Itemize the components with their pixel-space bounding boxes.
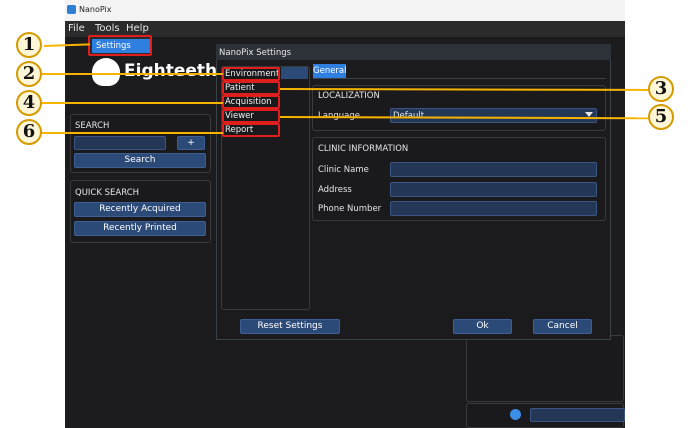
recently-acquired-button[interactable]: Recently Acquired [74, 202, 206, 217]
highlight-nav-report [222, 123, 280, 137]
recently-printed-button[interactable]: Recently Printed [74, 221, 206, 236]
highlight-nav-viewer [222, 109, 280, 123]
callout-5: 5 [648, 104, 674, 130]
search-input[interactable] [74, 136, 166, 150]
phone-number-label: Phone Number [318, 204, 382, 214]
callout-line-2 [41, 73, 223, 75]
quick-search-heading: QUICK SEARCH [75, 188, 140, 198]
menu-file[interactable]: File [68, 23, 85, 34]
phone-number-input[interactable] [390, 201, 597, 216]
window-title: NanoPix [79, 5, 112, 14]
callout-6: 6 [16, 119, 42, 145]
callout-line-6 [41, 132, 223, 134]
callout-2: 2 [16, 61, 42, 87]
callout-line-4 [41, 102, 223, 104]
cancel-button[interactable]: Cancel [533, 319, 592, 334]
nav-selected-bar [281, 67, 308, 79]
add-search-button[interactable]: + [177, 136, 205, 150]
localization-heading: LOCALIZATION [318, 91, 380, 101]
brand-logo-text: Eighteeth [124, 61, 218, 81]
search-heading: SEARCH [75, 121, 110, 131]
callout-3: 3 [648, 76, 674, 102]
highlight-nav-acquisition [222, 95, 280, 109]
address-input[interactable] [390, 182, 597, 197]
ok-button[interactable]: Ok [453, 319, 512, 334]
search-button[interactable]: Search [74, 153, 206, 168]
callout-4: 4 [16, 90, 42, 116]
bottom-input[interactable] [530, 408, 625, 422]
highlight-nav-patient [222, 81, 280, 95]
right-preview-panel [466, 335, 624, 402]
menu-tools[interactable]: Tools [95, 23, 120, 34]
dialog-title: NanoPix Settings [219, 48, 292, 58]
highlight-settings [88, 35, 152, 56]
app-icon [67, 5, 76, 14]
clinic-information-heading: CLINIC INFORMATION [318, 144, 409, 154]
address-label: Address [318, 185, 352, 195]
tab-underline [313, 78, 606, 79]
tab-general[interactable]: General [313, 64, 347, 78]
title-bar: NanoPix [65, 0, 625, 21]
menu-help[interactable]: Help [126, 23, 149, 34]
settings-gear-icon[interactable] [510, 409, 521, 420]
highlight-nav-environment [222, 67, 280, 81]
callout-1: 1 [16, 32, 42, 58]
clinic-name-label: Clinic Name [318, 165, 369, 175]
reset-settings-button[interactable]: Reset Settings [240, 319, 340, 334]
tooth-logo-icon [92, 58, 120, 86]
clinic-name-input[interactable] [390, 162, 597, 177]
